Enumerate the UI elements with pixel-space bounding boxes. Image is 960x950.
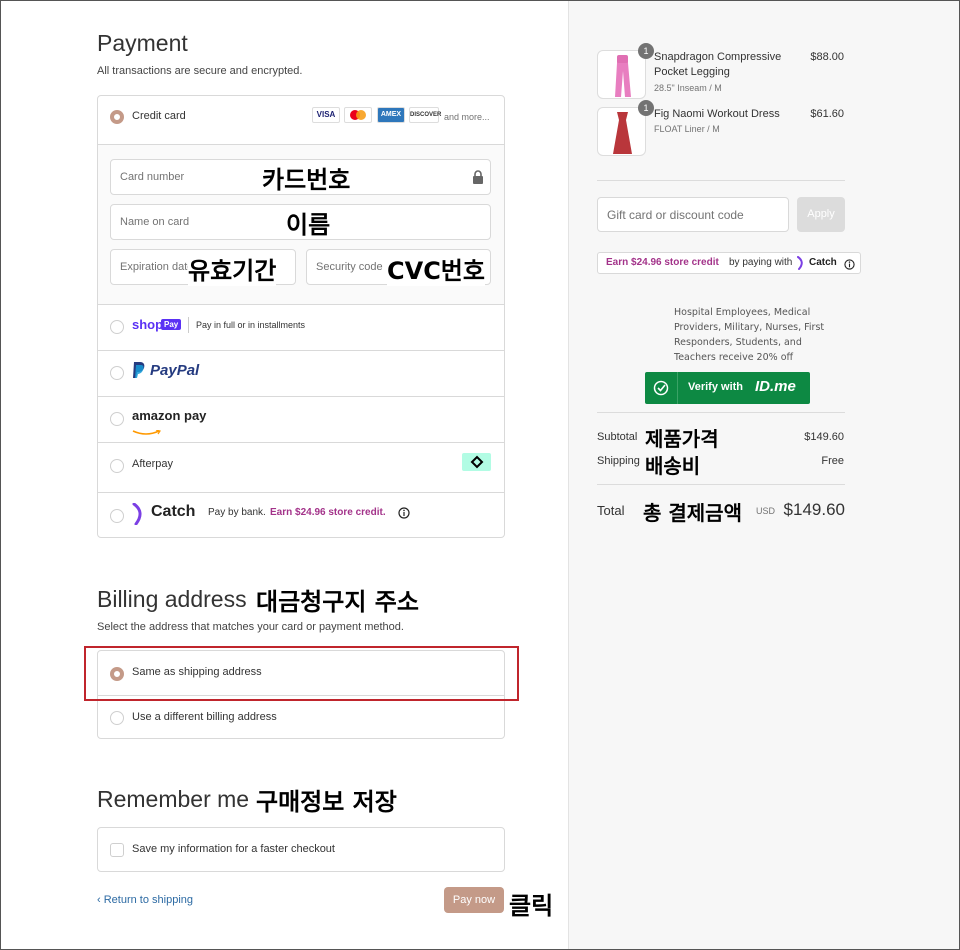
total-value: $149.60 (783, 500, 845, 519)
credit-card-label: Credit card (132, 110, 186, 122)
currency-label: USD (756, 506, 776, 516)
annotation-product-price: 제품가격 (645, 427, 719, 451)
annotation-shipping: 배송비 (645, 454, 701, 478)
divider (597, 180, 845, 181)
annotation-billing: 대금청구지 주소 (256, 588, 419, 616)
paypal-label: PayPal (150, 362, 200, 379)
shipping-label: Shipping (597, 455, 640, 467)
product-thumbnail-dress (597, 107, 646, 156)
discover-icon: DISCOVER (409, 107, 441, 123)
save-info-label: Save my information for a faster checkou… (132, 843, 335, 855)
amazon-smile-icon (132, 423, 162, 441)
shipping-value: Free (821, 455, 844, 467)
different-billing-label: Use a different billing address (132, 711, 277, 723)
total-label: Total (597, 503, 625, 518)
amazon-pay-label: amazon pay (132, 408, 207, 423)
highlight-box (84, 646, 519, 701)
product-thumbnail-legging (597, 50, 646, 99)
afterpay-option[interactable]: Afterpay (98, 442, 504, 492)
divider (597, 412, 845, 413)
catch-icon (132, 502, 146, 530)
expiration-placeholder: Expiration date (120, 261, 194, 273)
verify-idme-button[interactable]: Verify with ID.me (645, 372, 810, 404)
catch-promo-banner[interactable]: Earn $24.96 store credit by paying with … (597, 252, 861, 274)
paypal-option[interactable]: PayPal (98, 350, 504, 396)
verify-with-label: Verify with (688, 381, 744, 393)
catch-icon (797, 256, 805, 275)
billing-subtitle: Select the address that matches your car… (97, 621, 404, 633)
item-qty-badge: 1 (638, 100, 654, 116)
annotation-total: 총 결제금액 (643, 501, 742, 525)
product-price-dress: $61.60 (810, 108, 844, 120)
afterpay-radio[interactable] (110, 459, 124, 473)
shop-pay-option[interactable]: shop Pay Pay in full or in installments (98, 304, 504, 350)
annotation-remember: 구매정보 저장 (256, 788, 397, 816)
afterpay-label: Afterpay (132, 458, 173, 470)
subtotal-label: Subtotal (597, 431, 638, 443)
chevron-left-icon: ‹ (97, 894, 104, 906)
button-divider (677, 372, 678, 404)
amazon-pay-radio[interactable] (110, 412, 124, 426)
name-placeholder: Name on card (120, 216, 190, 228)
return-to-shipping-label: Return to shipping (103, 894, 194, 906)
afterpay-icon (462, 453, 491, 471)
credit-card-radio[interactable] (110, 110, 124, 124)
paypal-radio[interactable] (110, 366, 124, 380)
amex-icon: AMEX (377, 107, 405, 123)
billing-title: Billing address (97, 586, 247, 612)
product-variant-legging: 28.5" Inseam / M (654, 83, 722, 93)
apply-button[interactable]: Apply (797, 197, 845, 232)
shop-pay-badge: Pay (161, 319, 182, 330)
payment-subtitle: All transactions are secure and encrypte… (97, 65, 303, 77)
catch-promo-by: by paying with (729, 257, 793, 268)
shop-pay-radio[interactable] (110, 320, 124, 334)
amazon-pay-option[interactable]: amazon pay (98, 396, 504, 442)
product-name-legging: Snapdragon Compressive Pocket Legging (654, 51, 782, 78)
subtotal-value: $149.60 (804, 431, 844, 443)
return-to-shipping-link[interactable]: ‹ Return to shipping (97, 894, 193, 906)
pay-now-button[interactable]: Pay now (444, 887, 504, 913)
check-circle-icon (653, 380, 669, 401)
product-name-dress: Fig Naomi Workout Dress (654, 108, 780, 120)
remember-title: Remember me (97, 786, 250, 812)
info-icon[interactable] (398, 506, 410, 524)
item-qty-badge: 1 (638, 43, 654, 59)
different-billing-option[interactable]: Use a different billing address (98, 695, 504, 739)
paypal-icon (132, 361, 146, 384)
shop-pay-text: Pay in full or in installments (196, 320, 306, 330)
catch-promo-brand: Catch (809, 257, 837, 268)
annotation-cvc: CVC번호 (387, 251, 485, 286)
catch-label: Catch (151, 503, 196, 520)
different-billing-radio[interactable] (110, 711, 124, 725)
more-cards-text: and more... (444, 112, 490, 122)
idme-logo: ID.me (755, 378, 796, 395)
product-variant-dress: FLOAT Liner / M (654, 124, 720, 134)
annotation-expiry: 유효기간 (188, 251, 277, 286)
product-price-legging: $88.00 (810, 51, 844, 63)
lock-icon (472, 170, 484, 189)
payment-title: Payment (97, 30, 188, 56)
mastercard-icon (344, 107, 372, 123)
info-icon (844, 257, 855, 275)
catch-option[interactable]: Catch Pay by bank. Earn $24.96 store cre… (98, 492, 504, 538)
save-info-checkbox[interactable] (110, 843, 124, 857)
catch-credit-text: Earn $24.96 store credit. (270, 507, 386, 518)
idme-description: Hospital Employees, Medical Providers, M… (674, 307, 825, 363)
annotation-card-number: 카드번호 (262, 166, 351, 194)
visa-icon: VISA (312, 107, 340, 123)
shop-pay-logo: shop (132, 317, 164, 332)
discount-placeholder: Gift card or discount code (607, 208, 744, 222)
shop-pay-divider (188, 317, 189, 333)
credit-card-option[interactable]: Credit card VISA AMEX DISCOVER and more.… (98, 96, 504, 144)
security-placeholder: Security code (316, 261, 383, 273)
card-number-placeholder: Card number (120, 171, 185, 183)
catch-text: Pay by bank. (208, 507, 266, 518)
divider (597, 484, 845, 485)
remember-box: Save my information for a faster checkou… (97, 827, 505, 872)
catch-promo-earn: Earn $24.96 store credit (606, 257, 719, 268)
catch-radio[interactable] (110, 509, 124, 523)
annotation-name: 이름 (286, 211, 331, 239)
annotation-click: 클릭 (509, 892, 554, 920)
discount-code-input[interactable]: Gift card or discount code (597, 197, 789, 232)
